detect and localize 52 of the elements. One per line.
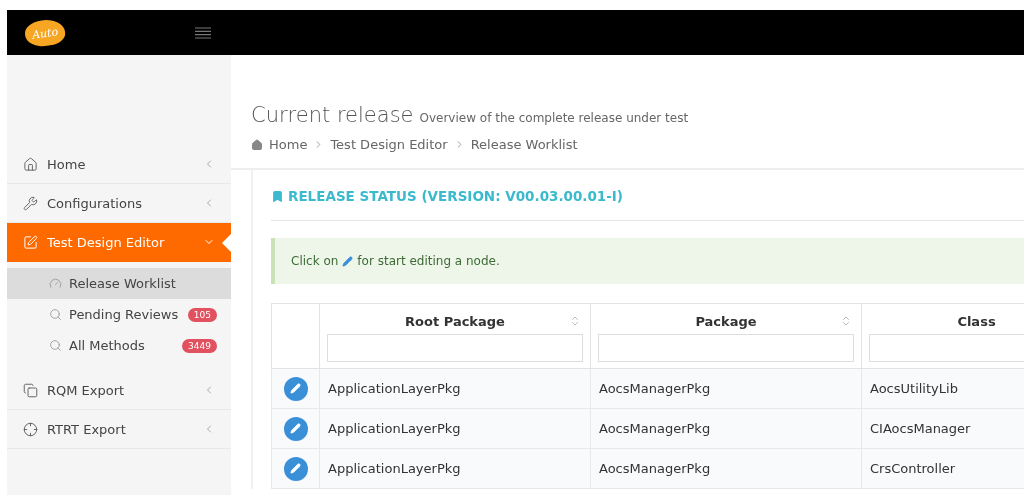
table-cell: ApplicationLayerPkg	[319, 368, 591, 409]
sidebar-item[interactable]: Home	[7, 145, 231, 184]
table-cell: AocsManagerPkg	[590, 448, 862, 489]
active-notch	[222, 234, 231, 252]
edit-icon	[23, 234, 38, 250]
panel-title: RELEASE STATUS (VERSION: V00.03.00.01-I)	[288, 188, 624, 204]
breadcrumb-link[interactable]: Test Design Editor	[330, 137, 448, 152]
home-icon	[23, 156, 38, 172]
column-header[interactable]: Package	[695, 313, 757, 329]
search-icon	[49, 308, 62, 321]
submenu-item[interactable]: Release Worklist	[7, 268, 231, 299]
table-cell: AocsManagerPkg	[590, 408, 862, 449]
column-header[interactable]: Class	[957, 313, 996, 329]
count-badge: 3449	[182, 338, 217, 353]
search-icon	[49, 339, 62, 352]
submenu-item[interactable]: Pending Reviews 105	[7, 299, 231, 330]
pencil-icon	[342, 255, 354, 267]
pencil-icon	[290, 423, 301, 434]
pencil-icon	[290, 383, 301, 394]
filter-field[interactable]	[598, 334, 854, 362]
menu-icon[interactable]	[195, 26, 211, 39]
column-header[interactable]: Root Package	[405, 313, 505, 329]
edit-button[interactable]	[283, 416, 308, 441]
sort-icon[interactable]	[840, 315, 852, 327]
alert-text: Click on	[291, 254, 339, 268]
edit-button[interactable]	[283, 456, 308, 481]
sidebar-item[interactable]: RQM Export	[7, 371, 231, 410]
table-cell: ApplicationLayerPkg	[319, 408, 591, 449]
pencil-icon	[290, 463, 301, 474]
table-cell: ApplicationLayerPkg	[319, 448, 591, 489]
table-cell: AocsUtilityLib	[861, 368, 1024, 409]
wrench-icon	[23, 195, 38, 211]
gauge-icon	[49, 277, 62, 290]
sidebar-item[interactable]: RTRT Export	[7, 410, 231, 449]
filter-field[interactable]	[327, 334, 583, 362]
bookmark-icon	[271, 189, 284, 203]
breadcrumb-link[interactable]: Release Worklist	[470, 137, 578, 152]
breadcrumb-link[interactable]: Home	[269, 137, 308, 152]
alert-text: for start editing a node.	[357, 254, 500, 268]
page-subtitle: Overview of the complete release under test	[419, 111, 689, 125]
filter-field[interactable]	[869, 334, 1024, 362]
edit-button[interactable]	[283, 376, 308, 401]
submenu-item[interactable]: All Methods 3449	[7, 330, 231, 361]
crosshair-icon	[23, 421, 38, 437]
home-icon	[251, 138, 263, 151]
document-icon	[23, 382, 38, 398]
table-cell: CIAocsManager	[861, 408, 1024, 449]
table-cell: CrsController	[861, 448, 1024, 489]
table-cell: AocsManagerPkg	[590, 368, 862, 409]
count-badge: 105	[187, 307, 217, 322]
page-title: Current release	[251, 103, 414, 127]
sort-icon[interactable]	[569, 315, 581, 327]
